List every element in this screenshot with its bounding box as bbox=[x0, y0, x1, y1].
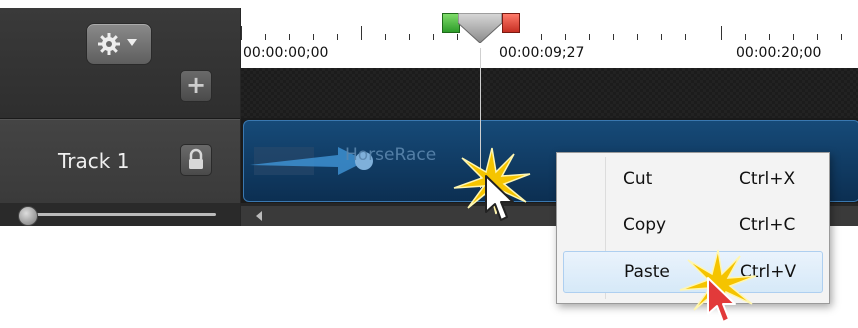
ruler-label: 00:00:20;00 bbox=[736, 45, 822, 61]
ruler-tick bbox=[289, 34, 290, 40]
ruler-tick bbox=[661, 34, 662, 40]
add-track-button[interactable]: + bbox=[180, 70, 212, 102]
ruler-tick bbox=[769, 34, 770, 40]
mouse-pointer-icon bbox=[485, 175, 514, 221]
ruler-tick bbox=[541, 34, 542, 40]
playhead-out-marker[interactable] bbox=[502, 13, 520, 33]
ruler-tick bbox=[745, 34, 746, 40]
menu-item-label: Paste bbox=[624, 262, 670, 282]
zoom-slider-track bbox=[28, 213, 216, 216]
mouse-pointer-icon bbox=[707, 277, 736, 323]
track-name: Track 1 bbox=[58, 149, 130, 173]
menu-item-label: Copy bbox=[623, 215, 667, 235]
ruler-tick bbox=[841, 34, 842, 40]
empty-track-area bbox=[241, 68, 858, 118]
ruler-tick bbox=[817, 34, 818, 40]
track-header-panel: + Track 1 bbox=[0, 8, 240, 226]
chevron-down-icon bbox=[127, 39, 137, 46]
ruler-tick bbox=[337, 34, 338, 40]
ruler-tick bbox=[241, 26, 242, 40]
ruler-tick bbox=[589, 34, 590, 40]
lock-icon bbox=[189, 148, 203, 169]
time-ruler[interactable]: 00:00:00;00 00:00:09;27 00:00:20;00 bbox=[241, 8, 858, 68]
ruler-tick bbox=[721, 26, 722, 40]
ruler-tick bbox=[565, 34, 566, 40]
scroll-left-icon[interactable] bbox=[256, 211, 262, 221]
plus-icon: + bbox=[185, 71, 207, 99]
gear-icon bbox=[98, 33, 120, 55]
ruler-tick bbox=[433, 34, 434, 40]
menu-item-shortcut: Ctrl+X bbox=[739, 169, 796, 189]
ruler-label: 00:00:00;00 bbox=[243, 45, 329, 61]
settings-dropdown-button[interactable] bbox=[86, 23, 152, 65]
zoom-slider-handle[interactable] bbox=[18, 206, 38, 226]
menu-item-label: Cut bbox=[623, 169, 653, 189]
menu-item-shortcut: Ctrl+C bbox=[739, 215, 796, 235]
ruler-tick bbox=[409, 34, 410, 40]
menu-item-cut[interactable]: Cut Ctrl+X bbox=[563, 159, 821, 199]
ruler-tick bbox=[637, 34, 638, 40]
playhead-handle[interactable] bbox=[458, 13, 502, 43]
menu-item-copy[interactable]: Copy Ctrl+C bbox=[563, 205, 821, 245]
zoom-slider[interactable] bbox=[18, 206, 218, 226]
ruler-tick bbox=[793, 34, 794, 40]
clip-label: HorseRace bbox=[345, 145, 437, 165]
ruler-tick bbox=[265, 34, 266, 40]
ruler-tick bbox=[313, 34, 314, 40]
ruler-tick bbox=[385, 34, 386, 40]
track-lock-button[interactable] bbox=[180, 144, 212, 176]
ruler-label: 00:00:09;27 bbox=[499, 45, 585, 61]
ruler-tick bbox=[685, 34, 686, 40]
ruler-tick bbox=[361, 26, 362, 40]
ruler-tick bbox=[613, 34, 614, 40]
